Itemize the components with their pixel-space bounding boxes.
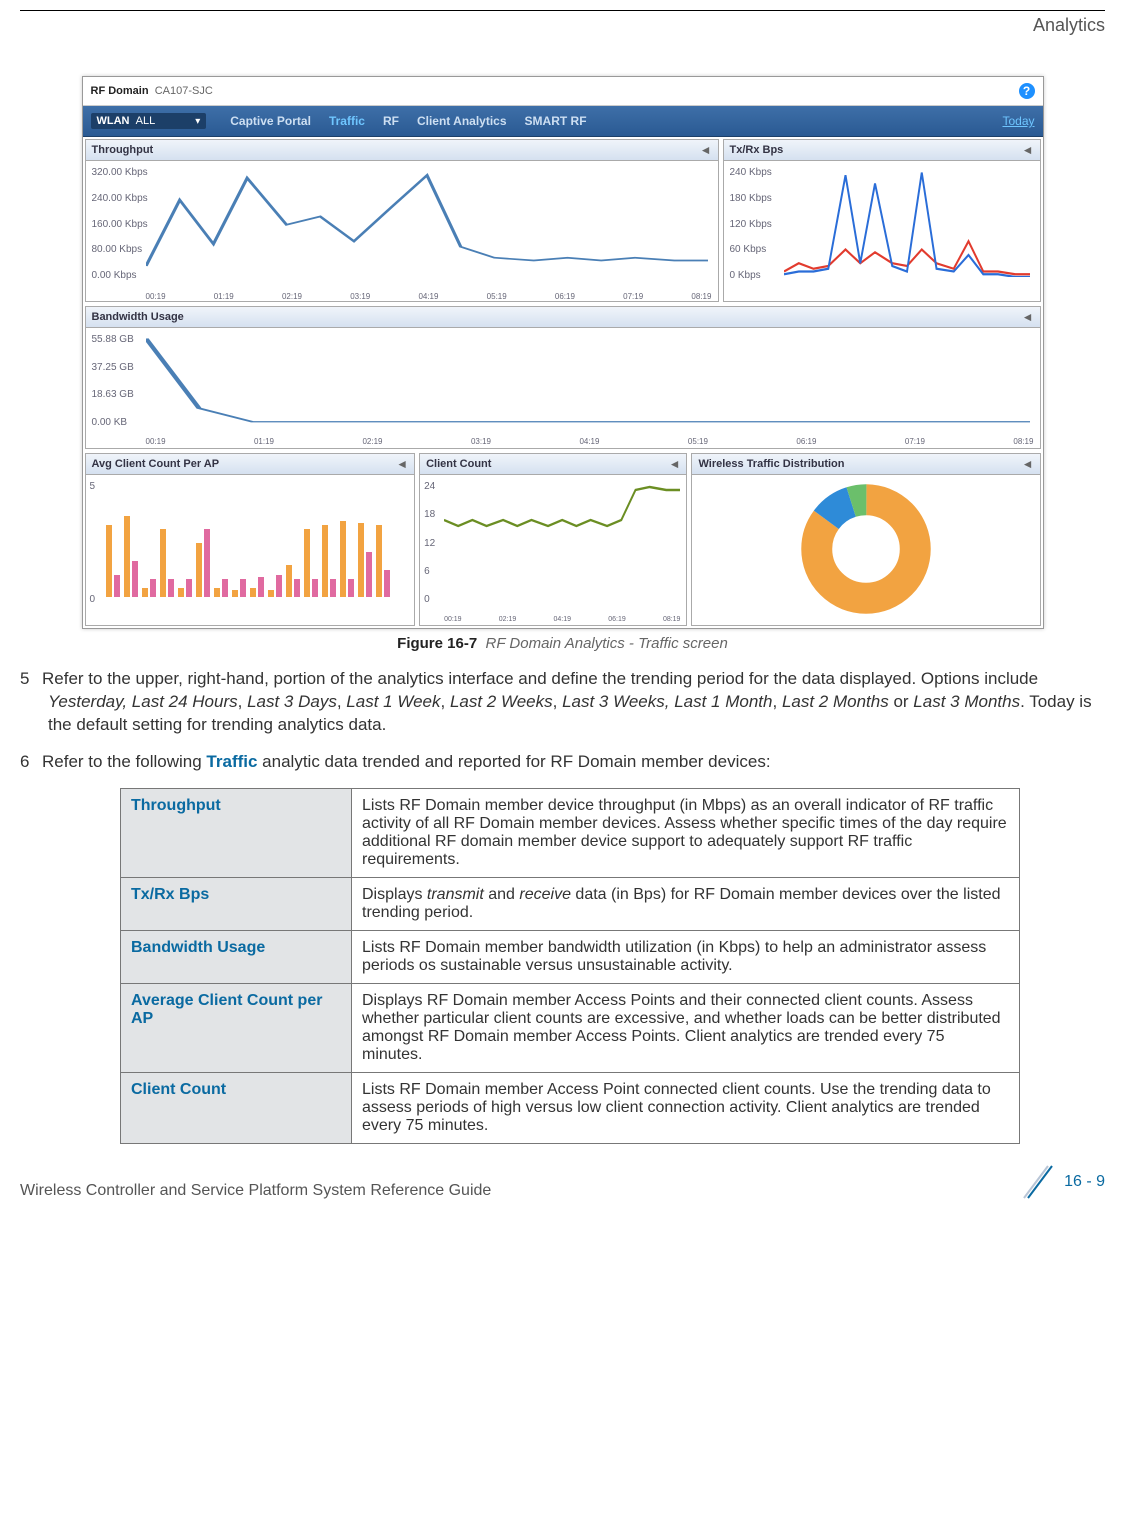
panel-traffic-dist-title: Wireless Traffic Distribution [698, 458, 844, 470]
term-txrx: Tx/Rx Bps [121, 877, 352, 930]
panel-bandwidth: Bandwidth Usage ◄ 55.88 GB 37.25 GB 18.6… [85, 306, 1041, 449]
term-clientcount: Client Count [121, 1072, 352, 1143]
panel-txrx-title: Tx/Rx Bps [730, 144, 784, 156]
bandwidth-xticks: 00:1901:1902:1903:1904:1905:1906:1907:19… [146, 437, 1034, 446]
panel-throughput-title: Throughput [92, 144, 154, 156]
page-slash-icon [1022, 1164, 1058, 1200]
term-bandwidth: Bandwidth Usage [121, 930, 352, 983]
panel-client-count-title: Client Count [426, 458, 491, 470]
rf-domain-value: CA107-SJC [155, 85, 213, 97]
trending-period-link[interactable]: Today [1002, 114, 1034, 128]
clientcount-xticks: 00:1902:1904:1906:1908:19 [444, 616, 680, 623]
collapse-icon[interactable]: ◄ [396, 457, 408, 471]
help-icon[interactable]: ? [1019, 83, 1035, 99]
wlan-label: WLAN [97, 115, 130, 127]
table-row: Throughput Lists RF Domain member device… [121, 788, 1020, 877]
panel-client-count: Client Count ◄ 24 18 12 6 0 00:1 [419, 453, 687, 626]
table-row: Tx/Rx Bps Displays transmit and receive … [121, 877, 1020, 930]
collapse-icon[interactable]: ◄ [1022, 143, 1034, 157]
section-header: Analytics [20, 15, 1105, 36]
tab-rf[interactable]: RF [383, 114, 399, 128]
txrx-yticks: 240 Kbps 180 Kbps 120 Kbps 60 Kbps 0 Kbp… [730, 167, 772, 281]
collapse-icon[interactable]: ◄ [1022, 457, 1034, 471]
avgclient-bars [106, 485, 409, 597]
panel-avg-client-ap-title: Avg Client Count Per AP [92, 458, 220, 470]
tab-traffic[interactable]: Traffic [329, 114, 365, 128]
panel-avg-client-ap: Avg Client Count Per AP ◄ 5 0 [85, 453, 416, 626]
rf-domain-label: RF Domain [91, 85, 149, 97]
avgclient-yticks: 5 0 [90, 481, 96, 605]
bandwidth-yticks: 55.88 GB 37.25 GB 18.63 GB 0.00 KB [92, 334, 134, 428]
tab-smart-rf[interactable]: SMART RF [525, 114, 587, 128]
wlan-dropdown[interactable]: WLAN ALL [91, 113, 207, 129]
table-row: Average Client Count per AP Displays RF … [121, 983, 1020, 1072]
panel-traffic-dist: Wireless Traffic Distribution ◄ [691, 453, 1040, 626]
screenshot-rf-domain-traffic: RF Domain CA107-SJC ? WLAN ALL Captive P… [82, 76, 1044, 629]
footer-doc-title: Wireless Controller and Service Platform… [20, 1182, 491, 1200]
wlan-value: ALL [136, 115, 156, 127]
def-clientcount: Lists RF Domain member Access Point conn… [352, 1072, 1020, 1143]
txrx-chart [784, 167, 1030, 277]
donut-chart [698, 479, 1033, 619]
clientcount-yticks: 24 18 12 6 0 [424, 481, 435, 605]
def-txrx: Displays transmit and receive data (in B… [352, 877, 1020, 930]
panel-txrx: Tx/Rx Bps ◄ 240 Kbps 180 Kbps 120 Kbps 6… [723, 139, 1041, 302]
collapse-icon[interactable]: ◄ [1022, 310, 1034, 324]
tab-captive-portal[interactable]: Captive Portal [230, 114, 311, 128]
throughput-xticks: 00:1901:1902:1903:1904:1905:1906:1907:19… [146, 292, 712, 301]
throughput-chart [146, 167, 708, 277]
panel-bandwidth-title: Bandwidth Usage [92, 311, 184, 323]
footer-page: 16 - 9 [1022, 1164, 1105, 1200]
def-throughput: Lists RF Domain member device throughput… [352, 788, 1020, 877]
panel-throughput: Throughput ◄ 320.00 Kbps 240.00 Kbps 160… [85, 139, 719, 302]
bandwidth-chart [146, 334, 1030, 424]
collapse-icon[interactable]: ◄ [669, 457, 681, 471]
throughput-yticks: 320.00 Kbps 240.00 Kbps 160.00 Kbps 80.0… [92, 167, 148, 281]
term-throughput: Throughput [121, 788, 352, 877]
def-bandwidth: Lists RF Domain member bandwidth utiliza… [352, 930, 1020, 983]
term-avgclient: Average Client Count per AP [121, 983, 352, 1072]
table-row: Bandwidth Usage Lists RF Domain member b… [121, 930, 1020, 983]
figure-caption: Figure 16-7 RF Domain Analytics - Traffi… [20, 635, 1105, 652]
collapse-icon[interactable]: ◄ [700, 143, 712, 157]
traffic-definitions-table: Throughput Lists RF Domain member device… [120, 788, 1020, 1144]
table-row: Client Count Lists RF Domain member Acce… [121, 1072, 1020, 1143]
step-6-text: 6Refer to the following Traffic analytic… [20, 751, 1105, 774]
step-5-text: 5Refer to the upper, right-hand, portion… [20, 668, 1105, 737]
tab-client-analytics[interactable]: Client Analytics [417, 114, 507, 128]
rf-domain-breadcrumb: RF Domain CA107-SJC [91, 85, 213, 97]
tab-bar: Captive Portal Traffic RF Client Analyti… [230, 114, 586, 128]
clientcount-chart [444, 481, 680, 601]
def-avgclient: Displays RF Domain member Access Points … [352, 983, 1020, 1072]
